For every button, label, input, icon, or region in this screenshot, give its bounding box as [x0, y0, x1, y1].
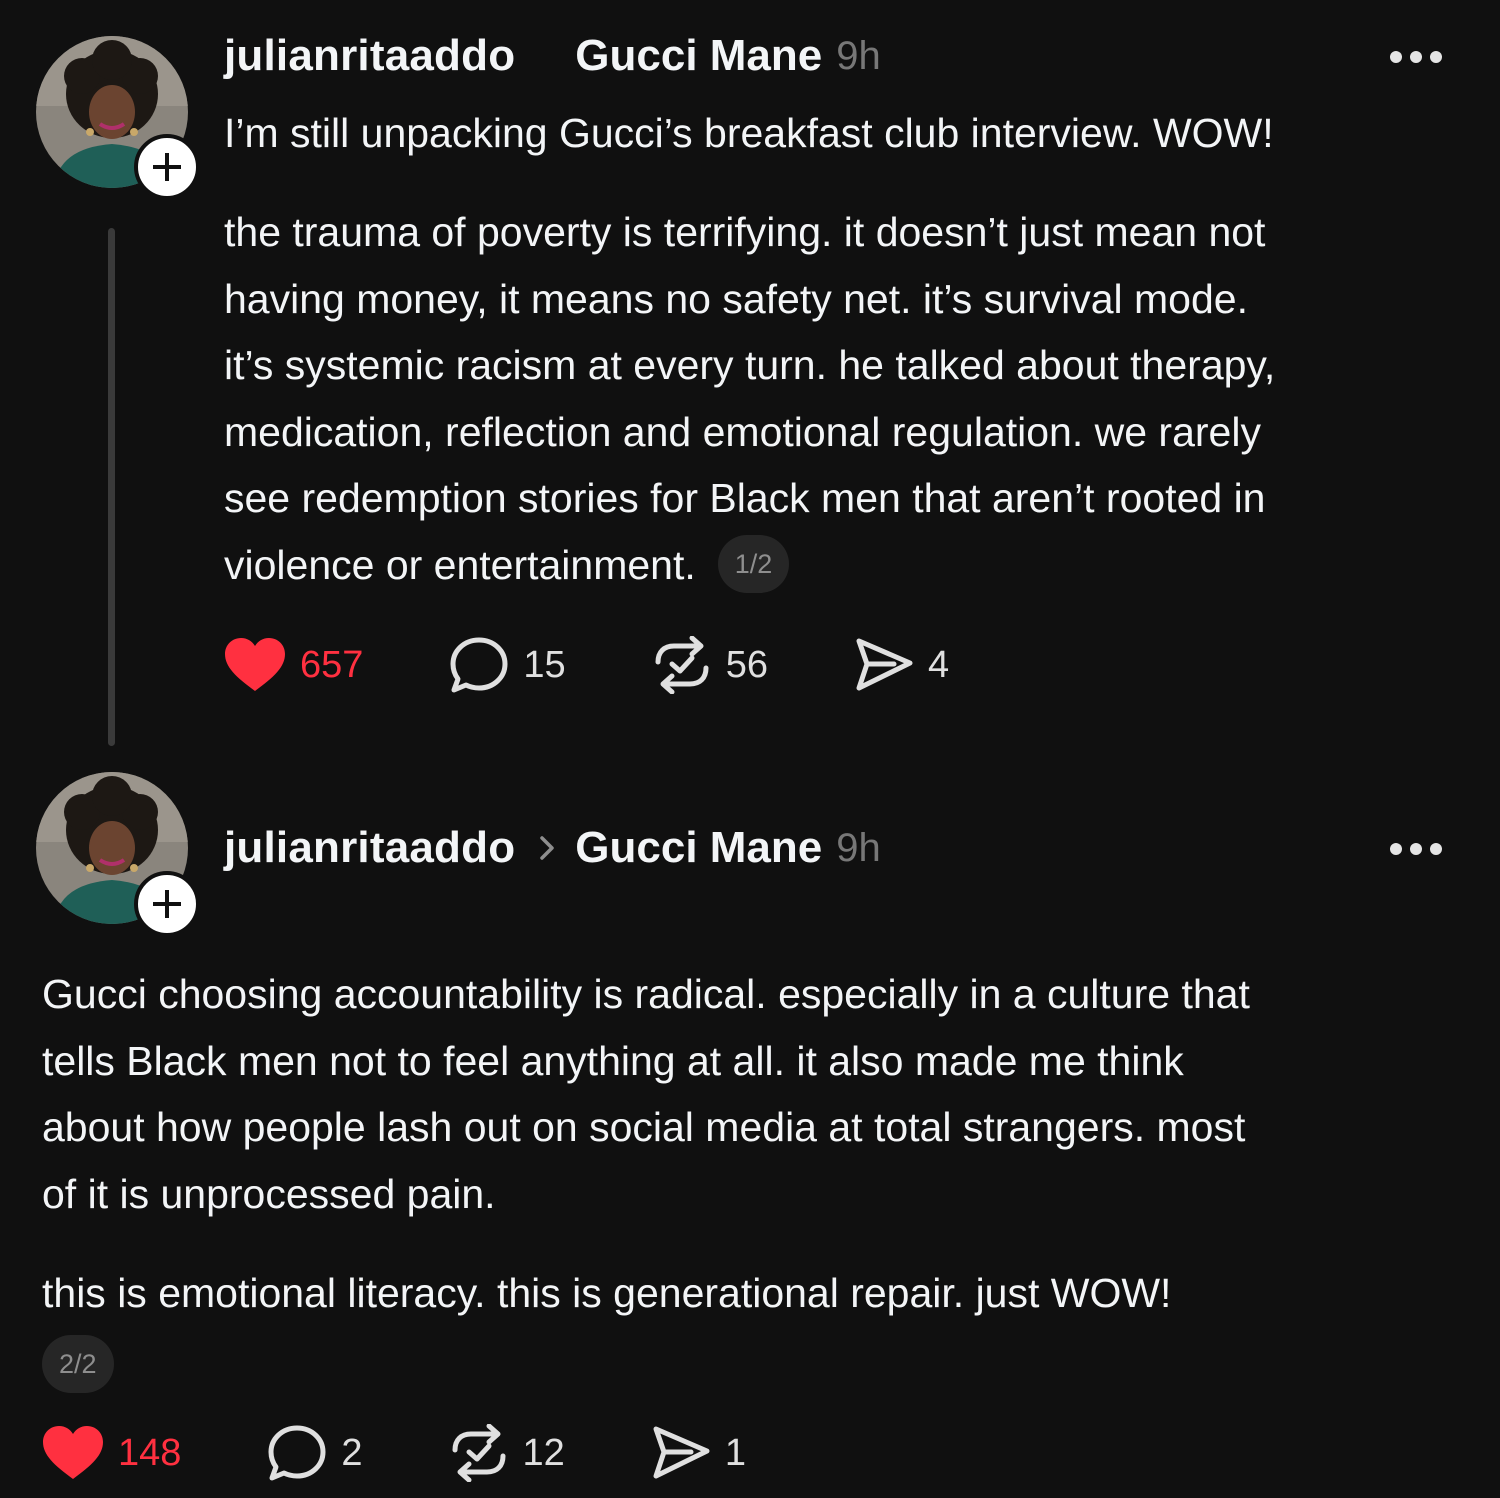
post-line: tells Black men not to feel anything at … [42, 1037, 1184, 1084]
like-button[interactable]: 148 [42, 1425, 181, 1481]
share-icon [856, 638, 913, 691]
share-icon [653, 1426, 710, 1479]
share-button[interactable]: 1 [651, 1424, 746, 1482]
like-button[interactable]: 657 [224, 637, 363, 693]
like-count: 148 [118, 1431, 182, 1474]
more-horizontal-icon[interactable] [1388, 49, 1444, 65]
share-count: 4 [927, 643, 950, 686]
post-body: I’m still unpacking Gucci’s breakfast cl… [224, 100, 1274, 167]
comment-count: 15 [523, 643, 566, 686]
comment-icon [450, 637, 508, 693]
reply-target-name[interactable]: Gucci Mane [575, 823, 822, 873]
reply-target-name[interactable]: Gucci Mane [575, 31, 822, 81]
plus-icon [153, 153, 181, 181]
page-indicator: 1/2 [717, 534, 790, 593]
action-bar: 148 2 12 1 [42, 1424, 746, 1482]
username[interactable]: julianritaaddo [224, 823, 515, 873]
post-body: this is emotional literacy. this is gene… [42, 1260, 1171, 1327]
repost-icon [452, 1424, 506, 1482]
timestamp: 9h [836, 825, 881, 870]
like-count: 657 [300, 643, 364, 686]
follow-button[interactable] [134, 134, 200, 200]
comment-button[interactable]: 15 [449, 636, 566, 694]
heart-icon [43, 1426, 103, 1479]
repost-button[interactable]: 12 [449, 1424, 565, 1482]
action-bar: 657 15 56 4 [224, 636, 949, 694]
post-line: Gucci choosing accountability is radical… [42, 971, 1250, 1017]
chevron-right-icon [540, 836, 555, 860]
follow-button[interactable] [134, 871, 200, 937]
comment-button[interactable]: 2 [267, 1424, 363, 1482]
post-line: having money, it means no safety net. it… [224, 275, 1248, 322]
share-count: 1 [724, 1431, 746, 1474]
post-line: about how people lash out on social medi… [42, 1104, 1246, 1150]
heart-icon [225, 638, 285, 691]
comment-icon [268, 1425, 326, 1481]
post-line: see redemption stories for Black men tha… [224, 475, 1266, 521]
post-line-text: violence or entertainment. [224, 541, 696, 588]
share-button[interactable]: 4 [854, 636, 949, 694]
post-body: the trauma of poverty is terrifying. it … [224, 199, 1275, 598]
post-paragraph: I’m still unpacking Gucci’s breakfast cl… [224, 110, 1274, 156]
thread-line [108, 228, 115, 746]
comment-count: 2 [341, 1431, 363, 1474]
post-body: Gucci choosing accountability is radical… [42, 961, 1250, 1227]
plus-icon [153, 890, 181, 918]
repost-count: 12 [522, 1431, 565, 1474]
page-indicator: 2/2 [42, 1335, 114, 1393]
post-paragraph: this is emotional literacy. this is gene… [42, 1270, 1172, 1316]
post-header: julianritaaddo Gucci Mane 9h [224, 28, 881, 84]
post-line: violence or entertainment. 1/2 [224, 532, 1275, 599]
post-line: the trauma of poverty is terrifying. it … [224, 209, 1266, 255]
timestamp: 9h [836, 33, 881, 78]
repost-button[interactable]: 56 [652, 636, 768, 694]
username[interactable]: julianritaaddo [224, 31, 515, 81]
repost-icon [655, 636, 709, 694]
post-line: medication, reflection and emotional reg… [224, 408, 1261, 455]
post-line: of it is unprocessed pain. [42, 1170, 496, 1217]
post-header: julianritaaddo Gucci Mane 9h [224, 820, 881, 876]
repost-count: 56 [725, 643, 768, 686]
more-horizontal-icon[interactable] [1388, 841, 1444, 857]
post-line: it’s systemic racism at every turn. he t… [224, 342, 1276, 388]
